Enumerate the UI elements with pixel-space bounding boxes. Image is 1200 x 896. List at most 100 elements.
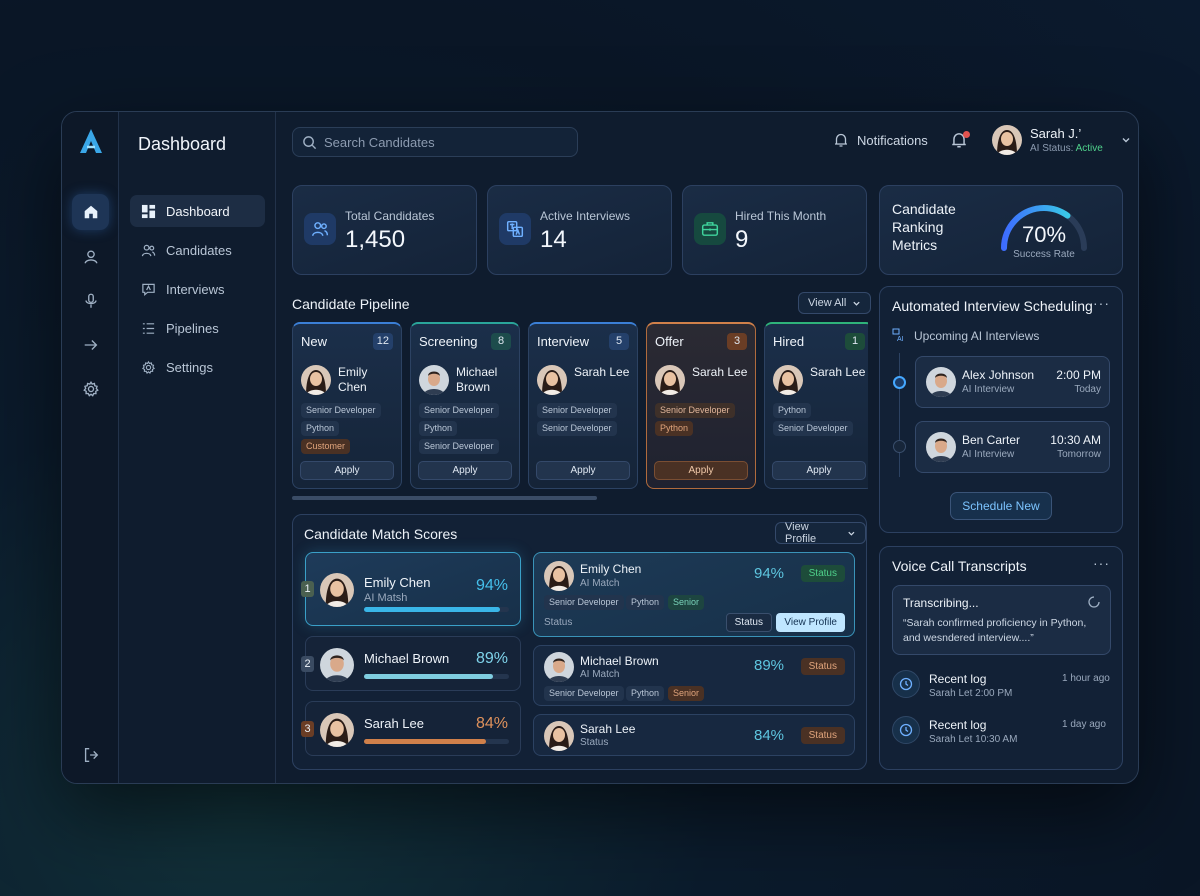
pipeline-column-offer: Offer 3 Sarah Lee Senior Developer Pytho… <box>646 322 756 489</box>
column-name: Interview <box>537 334 590 349</box>
timeline-dot <box>893 376 906 389</box>
users-icon <box>304 213 336 245</box>
transcript-box: Transcribing... “Sarah confirmed profici… <box>892 585 1111 655</box>
view-profile-dropdown[interactable]: View Profile <box>775 521 866 545</box>
skill-tag: Python <box>419 421 458 436</box>
view-all-button[interactable]: View All <box>798 292 872 314</box>
column-count: 3 <box>727 333 747 350</box>
stat-value: 1,450 <box>345 226 406 253</box>
notifications-link[interactable]: Notifications <box>833 132 928 148</box>
stat-card-active-interviews: Active Interviews 14 <box>487 185 672 275</box>
page-title: Dashboard <box>138 134 227 154</box>
skill-tag: Python <box>773 403 812 418</box>
column-name: New <box>301 334 328 349</box>
match-detail-card[interactable]: Michael Brown AI Match 89% Status Senior… <box>533 645 855 706</box>
schedule-new-button[interactable]: Schedule New <box>950 492 1052 520</box>
log-title: Recent log <box>929 672 987 686</box>
rail-user-button[interactable] <box>72 239 109 275</box>
chat-icon <box>142 283 155 296</box>
briefcase-icon <box>694 213 726 245</box>
success-rate-label: Success Rate <box>1013 249 1075 260</box>
apply-button[interactable]: Apply <box>418 461 512 480</box>
skill-tag: Senior Developer <box>419 403 499 418</box>
avatar <box>419 365 449 395</box>
candidate-name: Sarah Lee <box>810 365 866 379</box>
skill-tag: Senior Developer <box>301 403 381 418</box>
interviewee-name: Alex Johnson <box>962 368 1035 382</box>
timeline-line <box>899 353 900 477</box>
candidate-subtitle: AI Match <box>580 669 620 680</box>
match-rank-row[interactable]: 2 Michael Brown 89% <box>301 636 521 691</box>
interviewee-name: Ben Carter <box>962 433 1021 447</box>
candidate-subtitle: AI Matsh <box>364 592 408 604</box>
apply-button[interactable]: Apply <box>300 461 394 480</box>
match-rank-row[interactable]: 1 Emily Chen AI Matsh 94% <box>301 552 521 626</box>
interview-item[interactable]: Ben Carter AI Interview 10:30 AM Tomorro… <box>915 421 1110 473</box>
pipeline-scrollbar[interactable] <box>292 496 597 500</box>
alerts-button[interactable] <box>950 131 970 151</box>
skill-tag: Senior Developer <box>537 403 617 418</box>
more-options-icon[interactable]: ··· <box>1093 555 1110 571</box>
rail-settings-button[interactable] <box>72 371 109 407</box>
ranking-title: Candidate Ranking Metrics <box>892 201 956 253</box>
list-icon <box>142 322 155 334</box>
nav-item-pipelines[interactable]: Pipelines <box>130 312 265 344</box>
upcoming-label: Upcoming AI Interviews <box>914 329 1040 343</box>
clock-icon <box>892 716 920 744</box>
app-window: Dashboard Dashboard Candidates Interview… <box>61 111 1139 784</box>
column-name: Hired <box>773 334 805 349</box>
nav-item-label: Settings <box>166 359 213 375</box>
skill-tag: Senior <box>668 595 705 610</box>
gear-icon <box>82 380 99 397</box>
interview-item[interactable]: Alex Johnson AI Interview 2:00 PM Today <box>915 356 1110 408</box>
avatar <box>320 648 354 682</box>
log-title: Recent log <box>929 718 987 732</box>
nav-item-candidates[interactable]: Candidates <box>130 234 265 266</box>
search-input[interactable] <box>324 134 564 150</box>
rail-arrow-button[interactable] <box>72 327 109 363</box>
chevron-down-icon <box>853 301 860 306</box>
rail-logout-button[interactable] <box>72 737 109 773</box>
log-subtitle: Sarah Let 2:00 PM <box>929 688 1013 699</box>
candidate-name: Sarah Lee <box>574 365 630 379</box>
nav-item-interviews[interactable]: Interviews <box>130 273 265 305</box>
apply-button[interactable]: Apply <box>536 461 630 480</box>
status-button[interactable]: Status <box>725 613 772 632</box>
match-detail-card[interactable]: Emily Chen AI Match 94% Status Senior De… <box>533 552 855 637</box>
nav-item-label: Pipelines <box>166 320 219 336</box>
rail-home-button[interactable] <box>72 194 109 230</box>
candidate-subtitle: AI Match <box>580 578 620 589</box>
nav-item-dashboard[interactable]: Dashboard <box>130 195 265 227</box>
skill-tag: Python <box>655 421 694 436</box>
column-name: Offer <box>655 334 684 349</box>
pipeline-column-new: New 12 Emily Chen Senior Developer Pytho… <box>292 322 402 489</box>
side-nav: Dashboard Dashboard Candidates Interview… <box>119 112 276 783</box>
column-count: 1 <box>845 333 865 350</box>
match-bar-fill <box>364 607 501 612</box>
pipeline-board: New 12 Emily Chen Senior Developer Pytho… <box>292 322 868 490</box>
svg-text:AI: AI <box>897 336 904 342</box>
avatar <box>537 365 567 395</box>
view-profile-button[interactable]: View Profile <box>776 613 845 632</box>
users-icon <box>141 244 156 256</box>
search-bar[interactable] <box>292 127 578 157</box>
user-menu[interactable]: Sarah J.’ AI Status: Active <box>992 125 1131 155</box>
timeline-dot <box>893 440 906 453</box>
nav-item-settings[interactable]: Settings <box>130 351 265 383</box>
skill-tag: Customer <box>301 439 351 454</box>
match-detail-card[interactable]: Sarah Lee Status 84% Status <box>533 714 855 756</box>
match-bar <box>364 607 509 612</box>
column-count: 12 <box>372 333 393 350</box>
stat-card-total-candidates: Total Candidates 1,450 <box>292 185 477 275</box>
skill-tag: Senior Developer <box>419 439 499 454</box>
main-area: Notifications Sarah J.’ AI Status: Activ… <box>276 112 1138 783</box>
avatar <box>655 365 685 395</box>
candidate-subtitle: Status <box>580 737 609 748</box>
match-rank-row[interactable]: 3 Sarah Lee 84% <box>301 701 521 756</box>
rail-mic-button[interactable] <box>72 283 109 319</box>
chevron-down-icon <box>848 531 855 536</box>
apply-button[interactable]: Apply <box>772 461 866 480</box>
apply-button[interactable]: Apply <box>654 461 748 480</box>
candidate-name: Emily Chen <box>338 365 368 394</box>
more-options-icon[interactable]: ··· <box>1093 295 1110 311</box>
